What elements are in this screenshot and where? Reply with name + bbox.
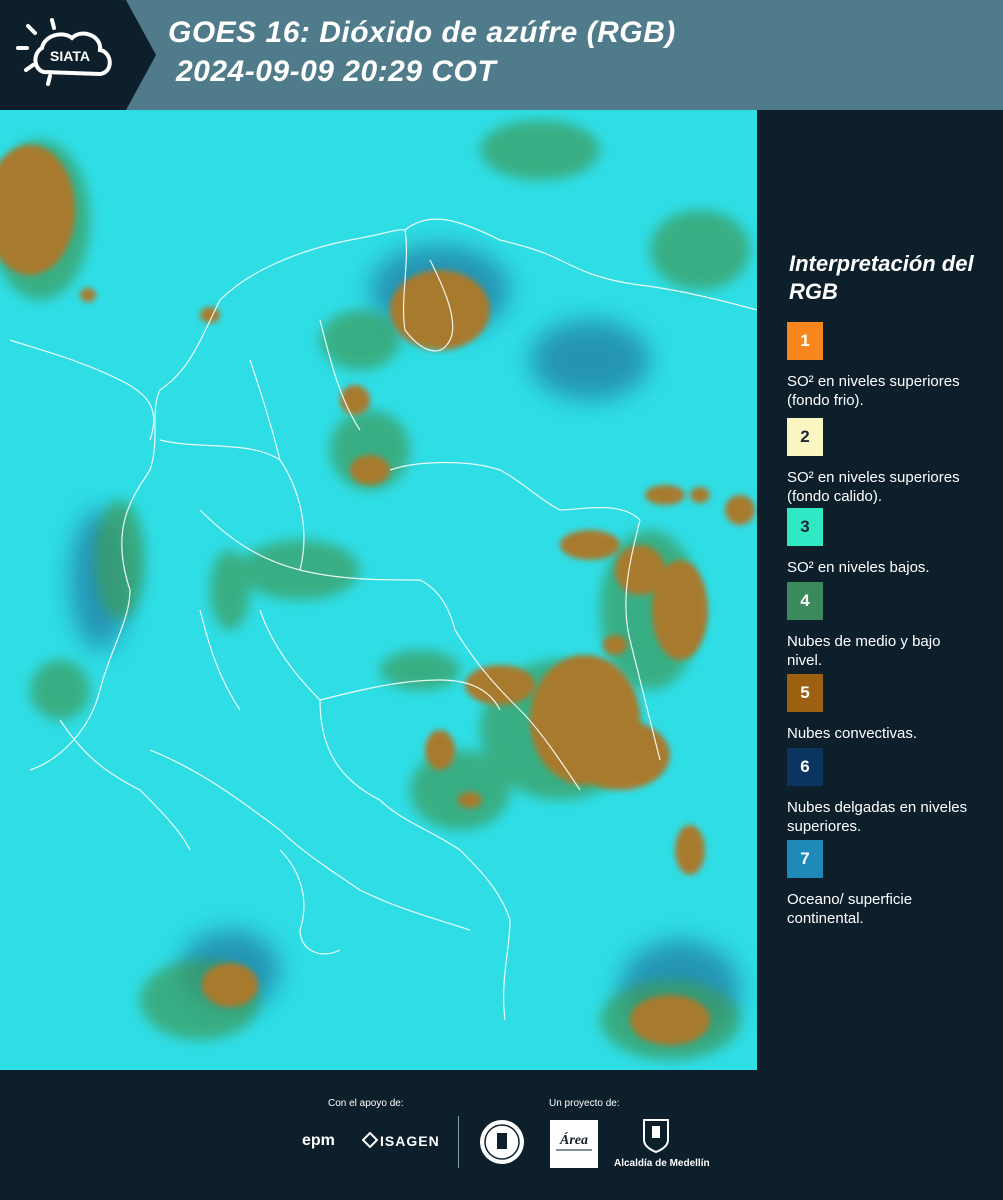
medellin-seal-icon xyxy=(480,1120,524,1164)
area-metropolitana-logo-icon: Área xyxy=(556,1131,592,1151)
legend-swatch-2: 2 xyxy=(787,418,823,456)
legend-label-4: Nubes de medio y bajo nivel. xyxy=(787,633,941,669)
legend-title: Interpretación del RGB xyxy=(789,251,974,304)
legend-label-6: Nubes delgadas en niveles superiores. xyxy=(787,799,968,835)
siata-logo-text: SIATA xyxy=(50,48,90,64)
legend-swatch-6: 6 xyxy=(787,748,823,786)
legend-label-7: Oceano/ superficie continental. xyxy=(787,891,913,927)
area-logo-text: Área xyxy=(559,1131,588,1148)
area-metropolitana-logo: Área xyxy=(550,1120,598,1168)
alcaldia-label: Alcaldía de Medellín xyxy=(614,1158,710,1169)
page-subtitle-datetime: 2024-09-09 20:29 COT xyxy=(176,55,497,88)
epm-logo: epm xyxy=(302,1132,335,1149)
legend-swatch-4: 4 xyxy=(787,582,823,620)
satellite-image xyxy=(0,110,757,1070)
legend-item-3: 3 SO² en niveles bajos. xyxy=(787,508,997,577)
legend-swatch-1: 1 xyxy=(787,322,823,360)
legend-label-3: SO² en niveles bajos. xyxy=(787,559,930,576)
isagen-mark-icon xyxy=(362,1132,378,1148)
page-title: GOES 16: Dióxido de azúfre (RGB) xyxy=(168,16,676,49)
legend-label-1: SO² en niveles superiores (fondo frio). xyxy=(787,373,960,409)
legend-label-2: SO² en niveles superiores (fondo calido)… xyxy=(787,469,960,505)
footer: Con el apoyo de: Un proyecto de: epm ISA… xyxy=(0,1070,1003,1200)
isagen-label: ISAGEN xyxy=(380,1133,440,1149)
legend-label-5: Nubes convectivas. xyxy=(787,725,918,742)
legend-item-2: 2 SO² en niveles superiores (fondo calid… xyxy=(787,418,997,506)
footer-divider xyxy=(458,1116,459,1168)
legend-item-4: 4 Nubes de medio y bajo nivel. xyxy=(787,582,997,670)
siata-logo: SIATA xyxy=(16,18,112,86)
legend-swatch-5: 5 xyxy=(787,674,823,712)
legend-item-7: 7 Oceano/ superficie continental. xyxy=(787,840,997,928)
logo-chevron xyxy=(126,0,156,110)
legend-swatch-3: 3 xyxy=(787,508,823,546)
legend-item-5: 5 Nubes convectivas. xyxy=(787,674,997,743)
legend-item-1: 1 SO² en niveles superiores (fondo frio)… xyxy=(787,322,997,410)
project-label: Un proyecto de: xyxy=(549,1098,620,1109)
siata-logo-block: SIATA xyxy=(0,0,126,110)
legend-swatch-7: 7 xyxy=(787,840,823,878)
alcaldia-emblem-icon xyxy=(643,1119,669,1154)
legend-item-6: 6 Nubes delgadas en niveles superiores. xyxy=(787,748,997,836)
header-banner: SIATA GOES 16: Dióxido de azúfre (RGB) 2… xyxy=(0,0,1003,110)
support-label: Con el apoyo de: xyxy=(328,1098,404,1109)
legend-panel: Interpretación del RGB 1 SO² en niveles … xyxy=(757,110,1003,1070)
satellite-rgb-map xyxy=(0,110,757,1070)
